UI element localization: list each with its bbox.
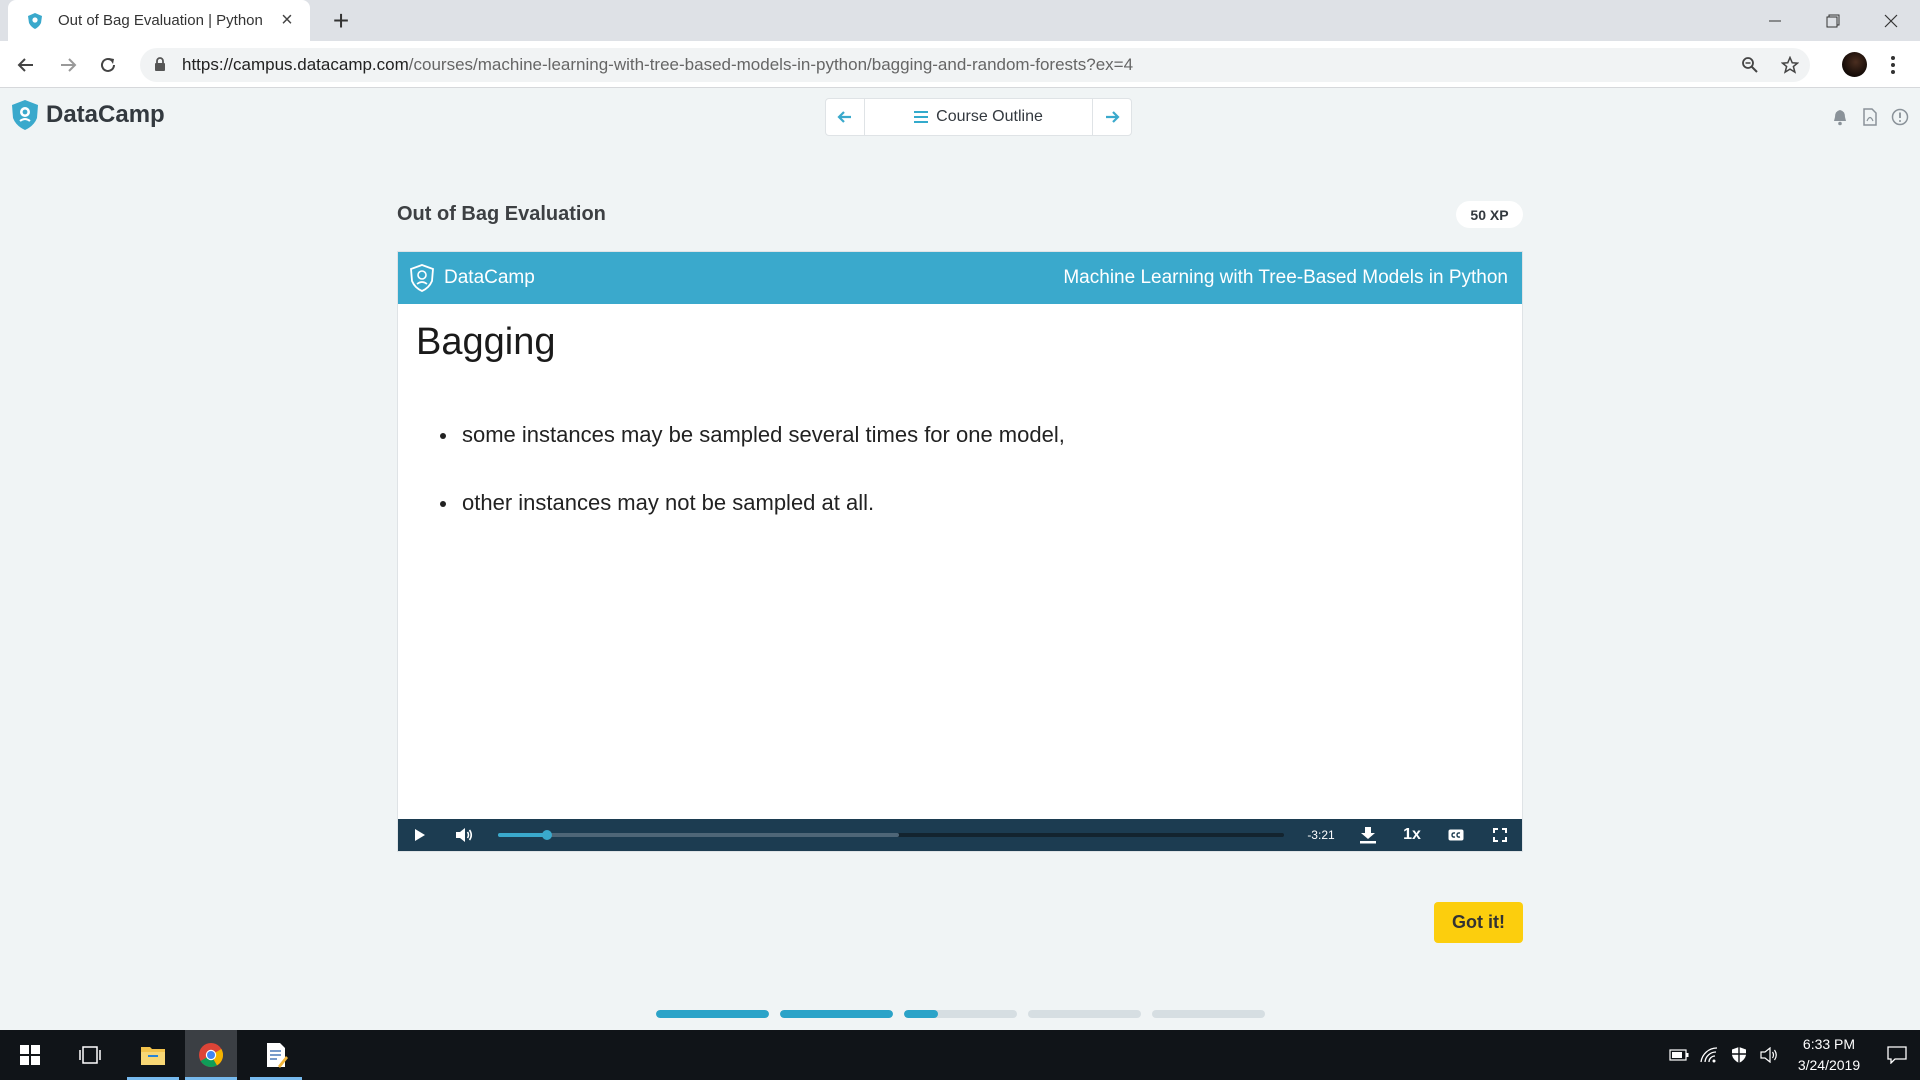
- brand-name: DataCamp: [46, 101, 165, 128]
- slide-bullet: some instances may be sampled several ti…: [440, 422, 1065, 448]
- security-shield-icon[interactable]: [1724, 1030, 1754, 1080]
- browser-menu-icon[interactable]: [1883, 51, 1903, 79]
- video-controls: -3:21 1x: [398, 819, 1522, 851]
- datacamp-logo[interactable]: DataCamp: [10, 99, 165, 131]
- course-outline-label: Course Outline: [936, 108, 1043, 125]
- volume-icon: [456, 828, 473, 842]
- bookmark-star-icon[interactable]: [1770, 48, 1810, 82]
- profile-avatar[interactable]: [1842, 52, 1867, 77]
- arrow-left-icon: [837, 111, 851, 123]
- arrow-right-icon: [1106, 111, 1120, 123]
- windows-taskbar: 6:33 PM 3/24/2019: [0, 1030, 1920, 1080]
- app-header: DataCamp Course Outline: [0, 89, 1920, 145]
- next-exercise-button[interactable]: [1093, 99, 1131, 135]
- got-it-button[interactable]: Got it!: [1434, 902, 1523, 943]
- taskbar-clock[interactable]: 6:33 PM 3/24/2019: [1784, 1034, 1874, 1076]
- tab-close-icon[interactable]: ×: [276, 9, 298, 32]
- captions-icon: [1448, 829, 1464, 841]
- url-actions: [1730, 48, 1810, 82]
- url-field[interactable]: https://campus.datacamp.com/courses/mach…: [140, 48, 1810, 82]
- clock-time: 6:33 PM: [1802, 1036, 1856, 1052]
- play-icon: [415, 829, 425, 841]
- step-segment[interactable]: [656, 1010, 769, 1018]
- close-window-icon[interactable]: [1862, 0, 1920, 41]
- volume-tray-icon[interactable]: [1754, 1030, 1784, 1080]
- slide-brand: DataCamp: [444, 267, 535, 288]
- url-host: https://campus.datacamp.com: [182, 55, 409, 74]
- forward-icon[interactable]: [54, 51, 82, 79]
- progress-handle[interactable]: [541, 830, 552, 840]
- datacamp-shield-icon: [12, 100, 38, 130]
- course-outline-button[interactable]: Course Outline: [864, 99, 1093, 135]
- notepad-app-icon[interactable]: [250, 1030, 302, 1080]
- clock-date: 3/24/2019: [1797, 1057, 1861, 1073]
- fullscreen-icon: [1493, 828, 1507, 842]
- xp-badge: 50 XP: [1456, 201, 1523, 228]
- buffered-bar: [498, 833, 899, 837]
- previous-exercise-button[interactable]: [826, 99, 864, 135]
- battery-icon[interactable]: [1664, 1030, 1694, 1080]
- fullscreen-button[interactable]: [1478, 819, 1522, 851]
- browser-tab[interactable]: Out of Bag Evaluation | Python ×: [8, 0, 310, 41]
- zoom-icon[interactable]: [1730, 48, 1770, 82]
- url-text: https://campus.datacamp.com/courses/mach…: [182, 55, 1133, 75]
- windows-start-icon[interactable]: [4, 1030, 56, 1080]
- slide-logo: DataCamp: [408, 263, 535, 293]
- datacamp-favicon-icon: [26, 12, 44, 30]
- step-segment[interactable]: [904, 1010, 1017, 1018]
- step-fill: [656, 1010, 769, 1018]
- url-path: /courses/machine-learning-with-tree-base…: [408, 55, 1134, 74]
- download-icon: [1360, 827, 1376, 844]
- system-tray: 6:33 PM 3/24/2019: [1664, 1030, 1920, 1080]
- slide-bullets: some instances may be sampled several ti…: [440, 422, 1065, 558]
- task-view-icon[interactable]: [64, 1030, 116, 1080]
- new-tab-icon[interactable]: +: [326, 6, 356, 36]
- step-segment[interactable]: [780, 1010, 893, 1018]
- report-issue-icon[interactable]: [1890, 107, 1910, 127]
- play-button[interactable]: [398, 819, 442, 851]
- wifi-icon[interactable]: [1694, 1030, 1724, 1080]
- slide-bullet: other instances may not be sampled at al…: [440, 490, 1065, 516]
- restore-icon[interactable]: [1804, 0, 1862, 41]
- window-controls: [1746, 0, 1920, 41]
- time-remaining: -3:21: [1307, 828, 1335, 842]
- tab-title: Out of Bag Evaluation | Python: [58, 12, 263, 29]
- captions-button[interactable]: [1434, 819, 1478, 851]
- chrome-taskbar-icon[interactable]: [185, 1030, 237, 1080]
- reload-icon[interactable]: [94, 51, 122, 79]
- step-fill: [780, 1010, 893, 1018]
- slide-title: Bagging: [416, 321, 556, 363]
- exercise-step-indicator: [656, 1010, 1265, 1018]
- playback-speed-button[interactable]: 1x: [1390, 826, 1434, 844]
- video-slide[interactable]: DataCamp Machine Learning with Tree-Base…: [397, 251, 1523, 852]
- notifications-bell-icon[interactable]: [1830, 107, 1850, 127]
- slide-course-name: Machine Learning with Tree-Based Models …: [1063, 267, 1508, 288]
- lock-icon: [154, 57, 168, 73]
- slide-header: DataCamp Machine Learning with Tree-Base…: [398, 252, 1522, 304]
- address-bar: https://campus.datacamp.com/courses/mach…: [0, 41, 1920, 88]
- datacamp-shield-outline-icon: [410, 264, 434, 292]
- volume-button[interactable]: [442, 819, 486, 851]
- download-button[interactable]: [1346, 819, 1390, 851]
- header-icons: [1830, 107, 1910, 127]
- video-progress-bar[interactable]: [498, 830, 1284, 840]
- file-explorer-icon[interactable]: [127, 1030, 179, 1080]
- step-segment[interactable]: [1152, 1010, 1265, 1018]
- slides-pdf-icon[interactable]: [1860, 107, 1880, 127]
- step-segment[interactable]: [1028, 1010, 1141, 1018]
- minimize-icon[interactable]: [1746, 0, 1804, 41]
- exercise-title: Out of Bag Evaluation: [397, 203, 606, 225]
- browser-tab-strip: Out of Bag Evaluation | Python × +: [0, 0, 1920, 41]
- step-fill: [904, 1010, 938, 1018]
- back-icon[interactable]: [12, 51, 40, 79]
- played-bar: [498, 833, 547, 837]
- action-center-icon[interactable]: [1874, 1030, 1920, 1080]
- menu-icon: [914, 111, 929, 123]
- course-navigation: Course Outline: [825, 98, 1132, 136]
